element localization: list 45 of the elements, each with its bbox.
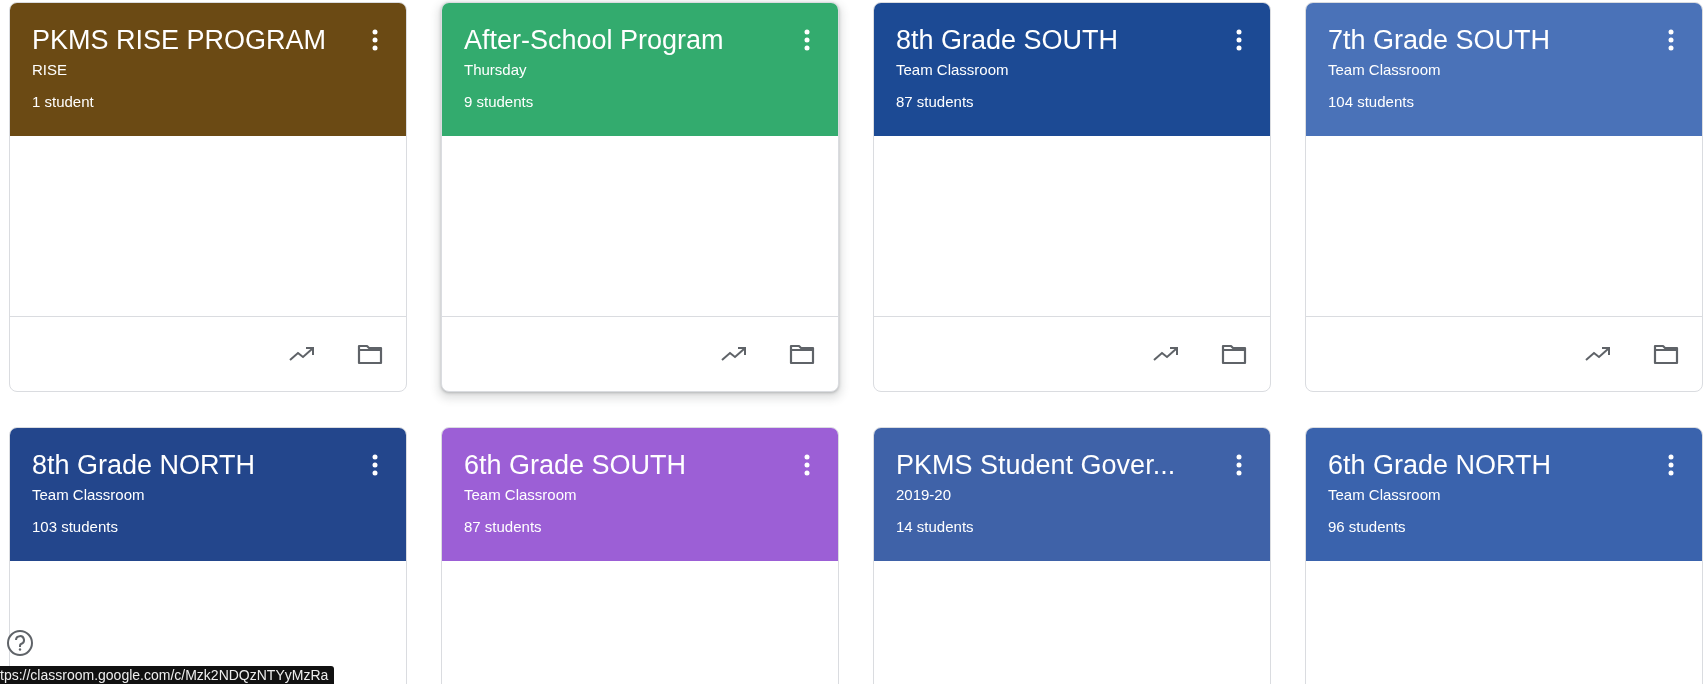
class-section: Team Classroom xyxy=(1328,60,1441,80)
folder-icon[interactable] xyxy=(789,343,815,365)
more-options-icon[interactable] xyxy=(1668,29,1674,51)
folder-icon[interactable] xyxy=(357,343,383,365)
class-title-link[interactable]: 8th Grade SOUTH xyxy=(896,23,1119,57)
more-options-icon[interactable] xyxy=(1236,454,1242,476)
class-section: Team Classroom xyxy=(464,485,577,505)
student-count: 9 students xyxy=(464,92,534,112)
student-count: 87 students xyxy=(896,92,974,112)
folder-icon[interactable] xyxy=(1221,343,1247,365)
class-section: Team Classroom xyxy=(896,60,1009,80)
trend-icon[interactable] xyxy=(1585,346,1611,362)
class-section: Thursday xyxy=(464,60,527,80)
more-options-icon[interactable] xyxy=(1668,454,1674,476)
trend-icon[interactable] xyxy=(1153,346,1179,362)
class-card[interactable]: PKMS Student Gover... 2019-20 14 students xyxy=(873,427,1271,684)
status-bar-url: tps://classroom.google.com/c/Mzk2NDQzNTYyMzRa xyxy=(0,666,335,684)
class-card[interactable]: PKMS RISE PROGRAM RISE 1 student xyxy=(9,2,407,392)
class-card[interactable]: 6th Grade SOUTH Team Classroom 87 students xyxy=(441,427,839,684)
class-title-link[interactable]: 6th Grade NORTH xyxy=(1328,448,1552,482)
more-options-icon[interactable] xyxy=(372,29,378,51)
class-section: RISE xyxy=(32,60,67,80)
class-card[interactable]: 6th Grade NORTH Team Classroom 96 students xyxy=(1305,427,1703,684)
more-options-icon[interactable] xyxy=(372,454,378,476)
class-title-link[interactable]: 7th Grade SOUTH xyxy=(1328,23,1551,57)
student-count: 14 students xyxy=(896,517,974,537)
student-count: 103 students xyxy=(32,517,118,537)
student-count: 96 students xyxy=(1328,517,1406,537)
class-title-link[interactable]: PKMS Student Gover... xyxy=(896,448,1176,482)
folder-icon[interactable] xyxy=(1653,343,1679,365)
student-count: 104 students xyxy=(1328,92,1414,112)
trend-icon[interactable] xyxy=(289,346,315,362)
trend-icon[interactable] xyxy=(721,346,747,362)
more-options-icon[interactable] xyxy=(804,454,810,476)
class-card[interactable]: 7th Grade SOUTH Team Classroom 104 students xyxy=(1305,2,1703,392)
class-title-link[interactable]: 8th Grade NORTH xyxy=(32,448,256,482)
student-count: 1 student xyxy=(32,92,94,112)
class-section: Team Classroom xyxy=(1328,485,1441,505)
class-section: Team Classroom xyxy=(32,485,145,505)
class-title-link[interactable]: PKMS RISE PROGRAM xyxy=(32,23,327,57)
class-section: 2019-20 xyxy=(896,485,952,505)
more-options-icon[interactable] xyxy=(1236,29,1242,51)
class-card[interactable]: 8th Grade SOUTH Team Classroom 87 students xyxy=(873,2,1271,392)
class-title-link[interactable]: 6th Grade SOUTH xyxy=(464,448,687,482)
student-count: 87 students xyxy=(464,517,542,537)
